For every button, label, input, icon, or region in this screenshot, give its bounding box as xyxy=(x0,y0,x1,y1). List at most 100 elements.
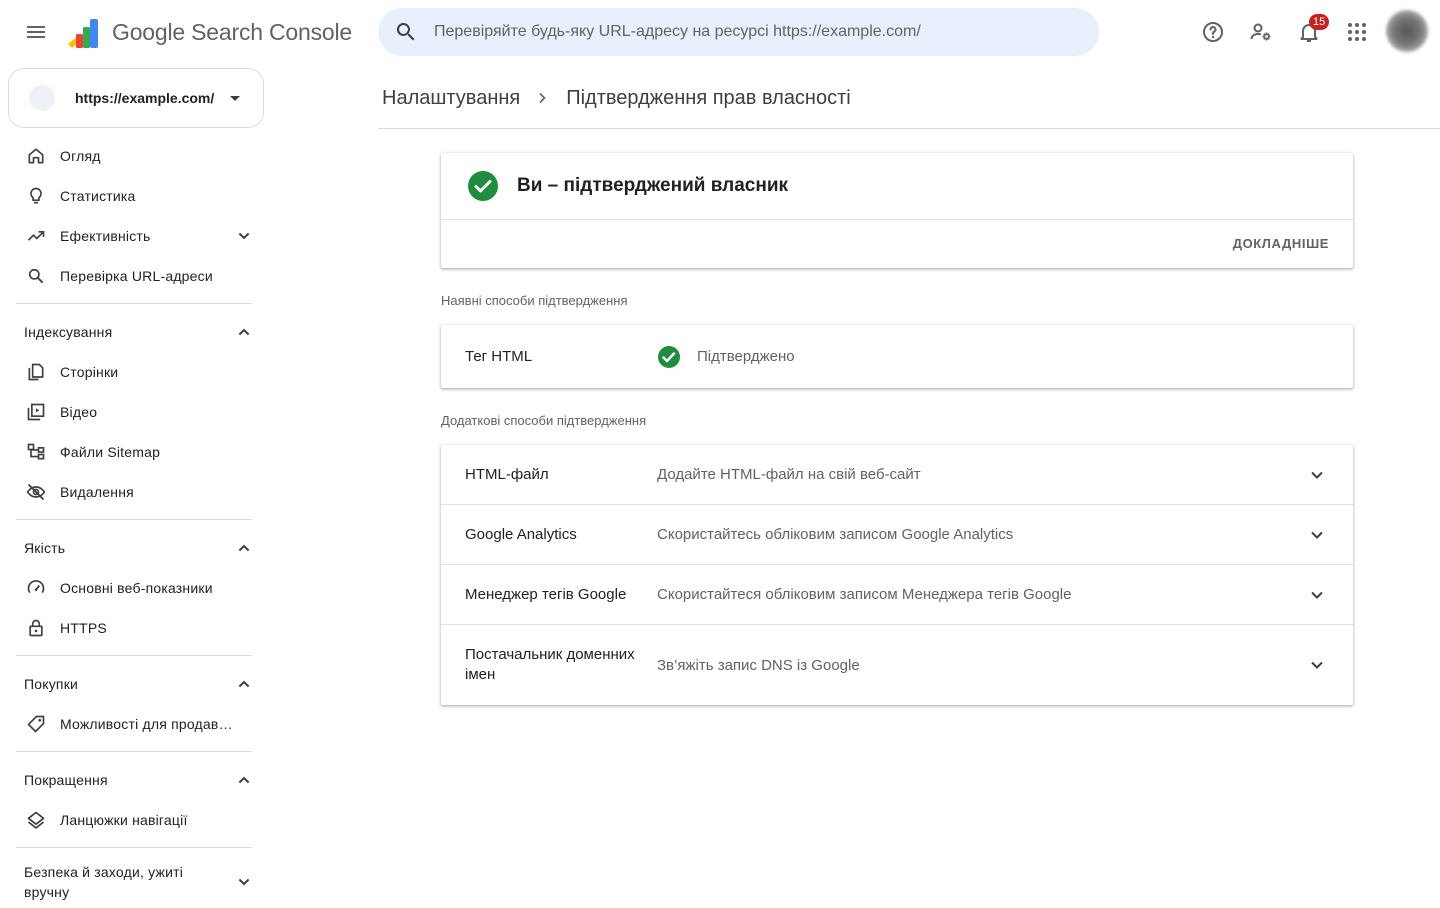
owner-status-title: Ви – підтверджений власник xyxy=(517,175,789,196)
method-name: HTML-файл xyxy=(465,465,549,483)
sidebar-item-label: Ланцюжки навігації xyxy=(60,812,188,828)
sidebar-item-url-inspection[interactable]: Перевірка URL-адреси xyxy=(0,256,268,296)
manage-accounts-icon xyxy=(1250,23,1271,41)
check-circle-icon xyxy=(468,171,498,201)
sidebar-section-shopping[interactable]: Покупки xyxy=(0,664,268,704)
sidebar-item-pages[interactable]: Сторінки xyxy=(0,352,268,392)
search-icon xyxy=(378,8,434,56)
sidebar-item-label: HTTPS xyxy=(60,620,107,636)
home-icon xyxy=(24,144,48,168)
sidebar-divider xyxy=(16,519,252,520)
lightbulb-icon xyxy=(24,184,48,208)
chevron-down-icon[interactable] xyxy=(1305,463,1329,487)
sidebar-item-merchant-opportunities[interactable]: Можливості для продавців xyxy=(0,704,268,744)
tag-icon xyxy=(24,712,48,736)
method-row-html-file[interactable]: HTML-файл Додайте HTML-файл на свій веб-… xyxy=(441,445,1353,505)
owner-card-footer: ДОКЛАДНІШЕ xyxy=(441,220,1353,268)
breadcrumb-settings-link[interactable]: Налаштування xyxy=(382,87,520,110)
verified-owner-card: Ви – підтверджений власник ДОКЛАДНІШЕ xyxy=(441,153,1353,268)
method-row-google-analytics[interactable]: Google Analytics Скористайтесь обліковим… xyxy=(441,505,1353,565)
sidebar-item-sitemaps[interactable]: Файли Sitemap xyxy=(0,432,268,472)
method-name: Постачальник доменних імен xyxy=(465,646,635,683)
sidebar-item-performance[interactable]: Ефективність xyxy=(0,216,268,256)
sidebar-section-enhancements[interactable]: Покращення xyxy=(0,760,268,800)
sidebar-item-https[interactable]: HTTPS xyxy=(0,608,268,648)
header-divider xyxy=(378,128,1440,129)
sitemap-icon xyxy=(24,440,48,464)
chevron-up-icon xyxy=(238,680,250,688)
property-selector[interactable]: https://example.com/ xyxy=(8,68,264,128)
verified-status: Підтверджено xyxy=(657,345,795,369)
dropdown-arrow-icon xyxy=(230,96,240,101)
sidebar-section-experience[interactable]: Якість xyxy=(0,528,268,568)
method-name: Менеджер тегів Google xyxy=(465,585,627,603)
method-description: Скористайтеся обліковим записом Менеджер… xyxy=(657,586,1072,603)
property-url: https://example.com/ xyxy=(75,90,215,106)
google-apps-button[interactable] xyxy=(1335,10,1379,54)
visibility-off-icon xyxy=(24,480,48,504)
url-inspection-search[interactable] xyxy=(378,8,1099,56)
sidebar-item-label: Основні веб-показники xyxy=(60,580,213,596)
sidebar-item-insights[interactable]: Статистика xyxy=(0,176,268,216)
sidebar-divider xyxy=(16,847,252,848)
sidebar-nav: Огляд Статистика Ефективність Перевірка … xyxy=(0,136,268,908)
sidebar-section-title: Покращення xyxy=(24,772,108,788)
additional-methods-label: Додаткові способи підтвердження xyxy=(441,413,647,428)
existing-methods-label: Наявні способи підтвердження xyxy=(441,293,628,308)
additional-methods-card: HTML-файл Додайте HTML-файл на свій веб-… xyxy=(441,445,1353,705)
pages-icon xyxy=(24,360,48,384)
sidebar-item-overview[interactable]: Огляд xyxy=(0,136,268,176)
existing-methods-card: Тег HTML Підтверджено xyxy=(441,325,1353,388)
sidebar-section-indexing[interactable]: Індексування xyxy=(0,312,268,352)
owner-card-header: Ви – підтверджений власник xyxy=(441,153,1353,220)
video-library-icon xyxy=(24,400,48,424)
sidebar-item-label: Ефективність xyxy=(60,228,151,244)
sidebar-item-label: Огляд xyxy=(60,148,101,164)
account-avatar[interactable] xyxy=(1386,10,1428,52)
lock-icon xyxy=(24,616,48,640)
chevron-down-icon[interactable] xyxy=(1305,653,1329,677)
trending-up-icon xyxy=(24,224,48,248)
sidebar-item-videos[interactable]: Відео xyxy=(0,392,268,432)
chevron-up-icon xyxy=(238,328,250,336)
method-row-domain-provider[interactable]: Постачальник доменних імен Зв’яжіть запи… xyxy=(441,625,1353,705)
method-name: Тег HTML xyxy=(465,347,533,365)
verified-status-text: Підтверджено xyxy=(697,348,795,365)
chevron-down-icon[interactable] xyxy=(1305,583,1329,607)
sidebar-item-label: Відео xyxy=(60,404,98,420)
sidebar-section-title: Покупки xyxy=(24,676,79,692)
sidebar-item-breadcrumbs[interactable]: Ланцюжки навігації xyxy=(0,800,268,840)
learn-more-button[interactable]: ДОКЛАДНІШЕ xyxy=(1233,236,1329,251)
search-console-logo[interactable] xyxy=(66,16,102,50)
sidebar-divider xyxy=(16,303,252,304)
verification-method-row: Тег HTML Підтверджено xyxy=(441,325,1353,388)
layers-icon xyxy=(24,808,48,832)
help-button[interactable] xyxy=(1191,10,1235,54)
sidebar-item-label: Сторінки xyxy=(60,364,119,380)
check-circle-icon xyxy=(658,345,680,368)
product-name: Google Search Console xyxy=(112,19,353,45)
sidebar-item-removals[interactable]: Видалення xyxy=(0,472,268,512)
sidebar-divider xyxy=(16,655,252,656)
method-description: Скористайтесь обліковим записом Google A… xyxy=(657,526,1014,543)
search-input[interactable] xyxy=(434,23,1074,41)
sidebar-item-label: Видалення xyxy=(60,484,134,500)
help-icon xyxy=(1203,22,1223,42)
top-app-bar: Google Search Console 15 xyxy=(0,0,1440,64)
method-description: Зв’яжіть запис DNS із Google xyxy=(657,656,860,674)
notification-count-badge: 15 xyxy=(1309,14,1330,30)
account-settings-button[interactable] xyxy=(1239,10,1283,54)
apps-grid-icon xyxy=(1348,23,1366,41)
chevron-down-icon[interactable] xyxy=(1305,523,1329,547)
sidebar-section-title: Безпека й заходи, ужиті вручну xyxy=(24,864,184,900)
sidebar-item-label: Файли Sitemap xyxy=(60,444,161,460)
notifications-button[interactable]: 15 xyxy=(1287,10,1331,54)
sidebar-divider xyxy=(16,751,252,752)
sidebar-item-core-web-vitals[interactable]: Основні веб-показники xyxy=(0,568,268,608)
property-favicon xyxy=(29,85,55,111)
search-icon xyxy=(24,264,48,288)
main-menu-button[interactable] xyxy=(14,10,58,54)
sidebar-item-label: Можливості для продавців xyxy=(60,716,236,732)
sidebar-section-security[interactable]: Безпека й заходи, ужиті вручну xyxy=(0,856,268,908)
method-row-tag-manager[interactable]: Менеджер тегів Google Скористайтеся облі… xyxy=(441,565,1353,625)
